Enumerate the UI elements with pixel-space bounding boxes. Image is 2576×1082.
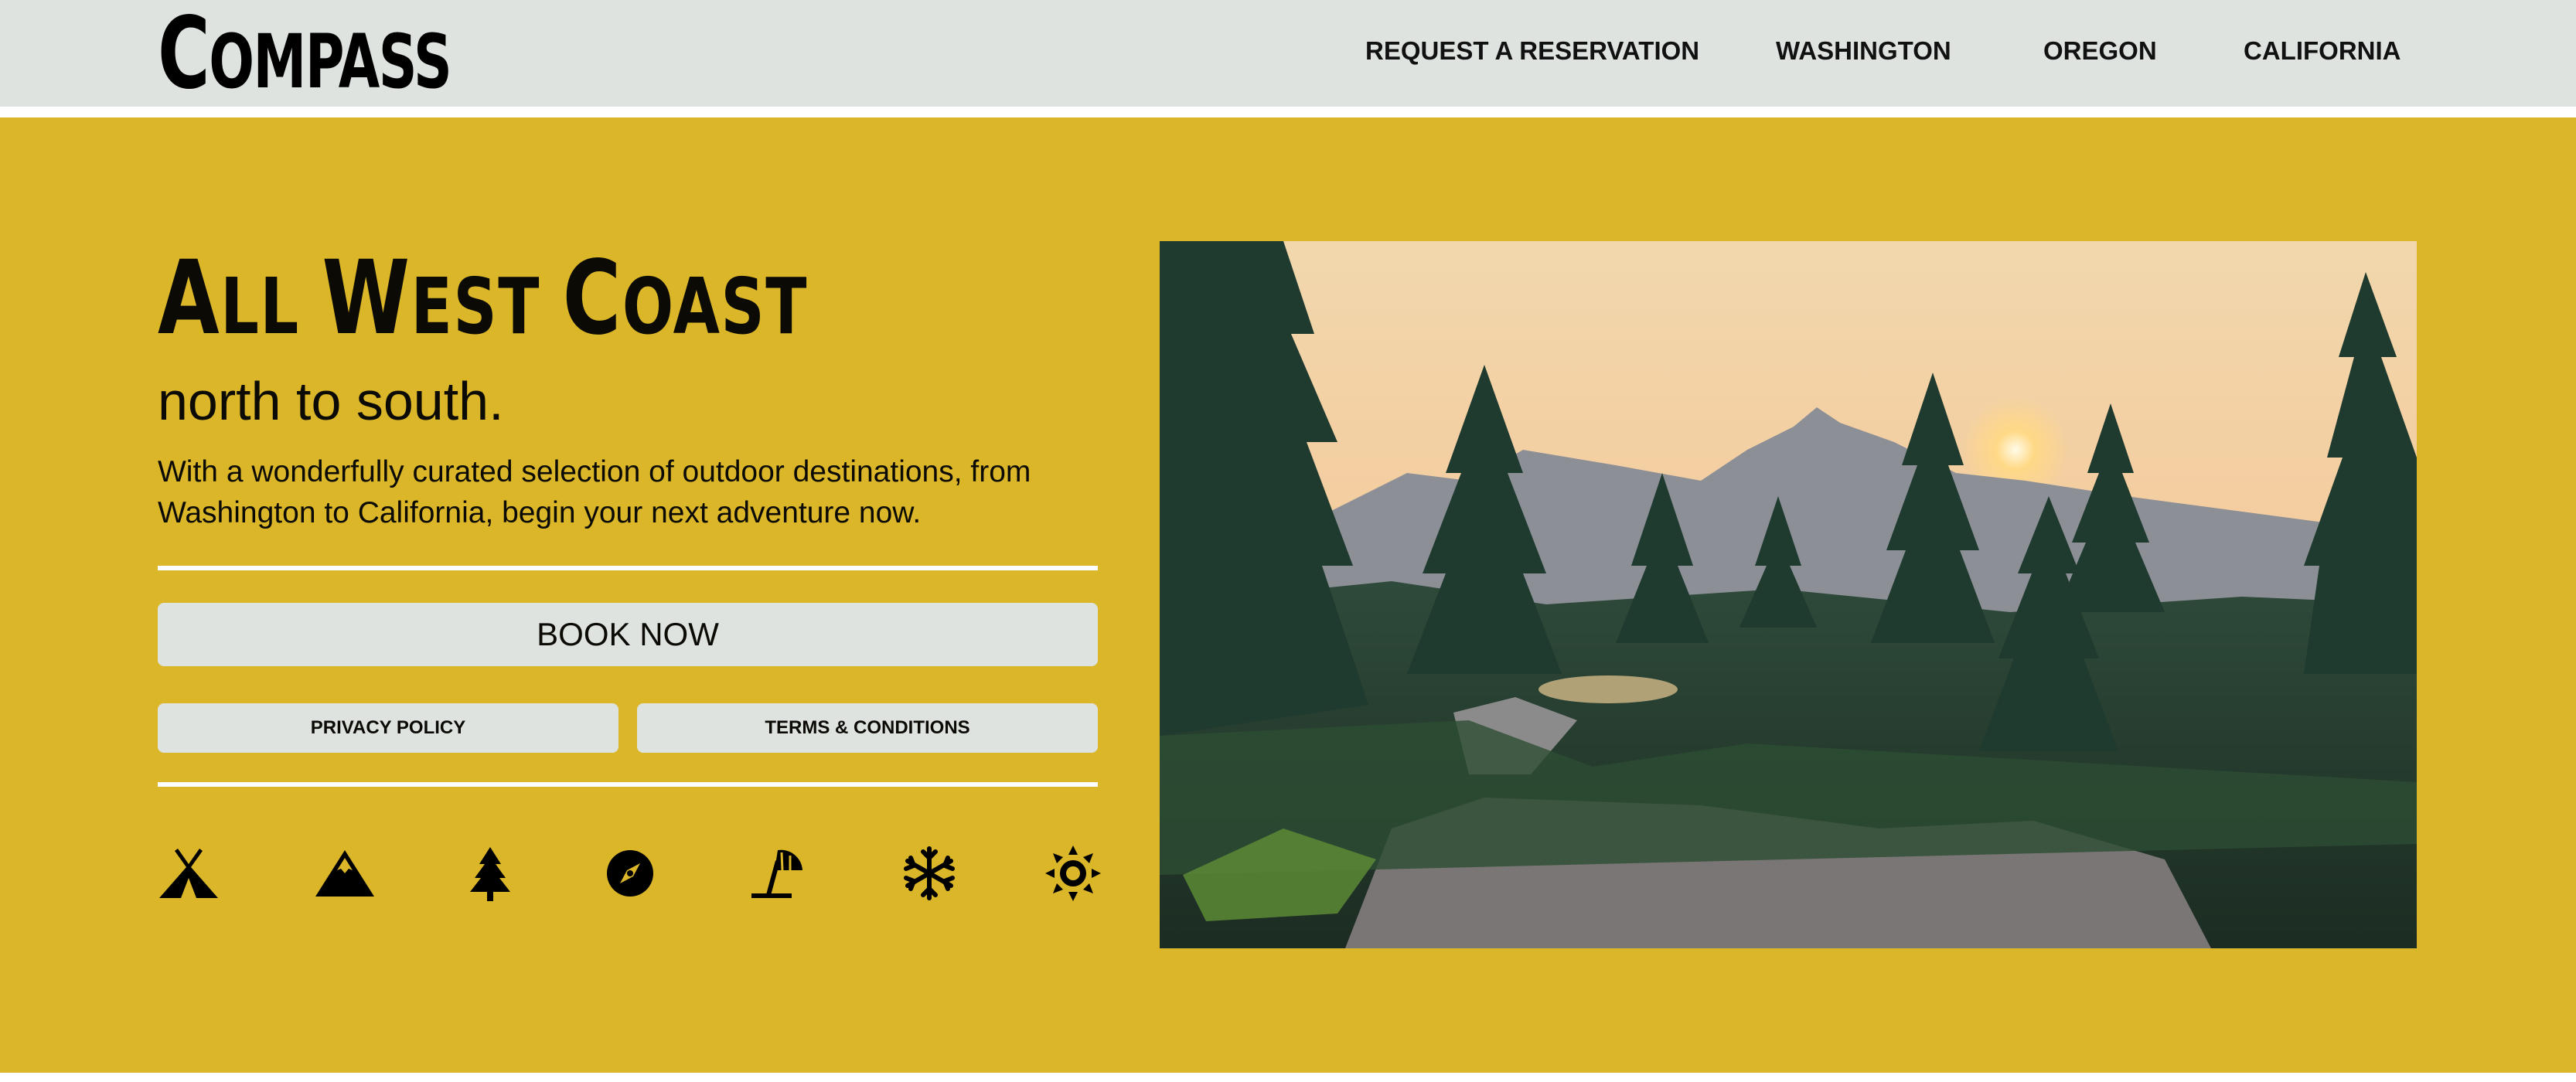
nav-request-reservation[interactable]: REQUEST A RESERVATION bbox=[1365, 34, 1699, 68]
privacy-policy-button[interactable]: PRIVACY POLICY bbox=[158, 703, 618, 753]
hero-description: With a wonderfully curated selection of … bbox=[158, 455, 1031, 529]
tent-icon bbox=[158, 842, 220, 904]
mountain-icon bbox=[314, 842, 376, 904]
book-now-button[interactable]: BOOK NOW bbox=[158, 603, 1098, 666]
hero-subheadline: north to south. bbox=[158, 371, 504, 431]
hero-headline: ALL WEST COAST bbox=[158, 239, 809, 358]
logo-initial: C bbox=[158, 0, 210, 111]
tree-icon bbox=[459, 842, 521, 904]
divider-top bbox=[158, 566, 1098, 570]
compass-icon bbox=[599, 842, 661, 904]
nav-california[interactable]: CALIFORNIA bbox=[2244, 34, 2401, 68]
logo-rest: OMPASS bbox=[209, 19, 452, 105]
logo[interactable]: COMPASS bbox=[158, 5, 452, 111]
terms-conditions-button[interactable]: TERMS & CONDITIONS bbox=[637, 703, 1098, 753]
nav-washington[interactable]: WASHINGTON bbox=[1776, 34, 1951, 68]
snowflake-icon bbox=[898, 842, 960, 904]
beach-umbrella-icon bbox=[747, 842, 809, 904]
hero-landscape-image bbox=[1160, 241, 2417, 948]
divider-bottom bbox=[158, 782, 1098, 787]
sun-icon bbox=[1042, 842, 1104, 904]
site-header: COMPASS REQUEST A RESERVATION WASHINGTON… bbox=[0, 0, 2576, 107]
nav-oregon[interactable]: OREGON bbox=[2043, 34, 2157, 68]
